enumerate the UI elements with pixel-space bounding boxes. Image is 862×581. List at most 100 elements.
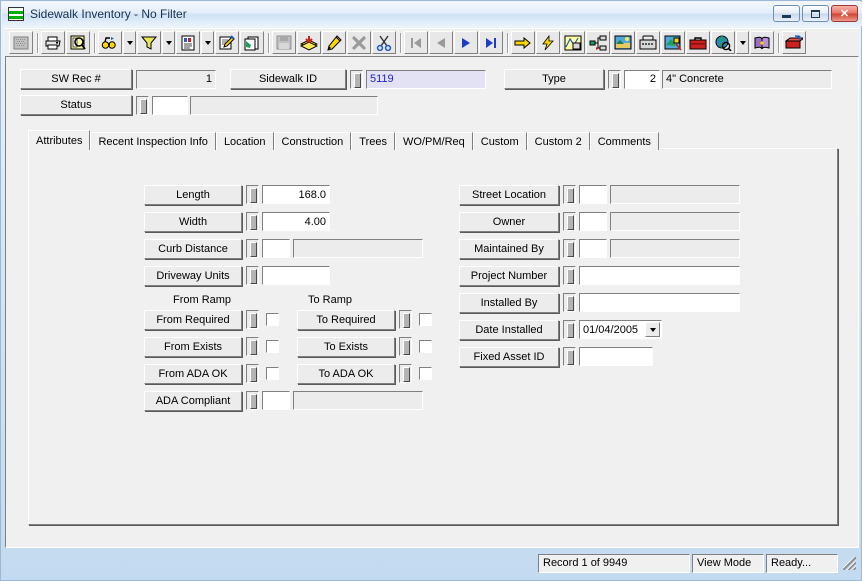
curb-distance-code-input[interactable] bbox=[262, 239, 290, 258]
maintained-by-lookup-button[interactable] bbox=[563, 239, 576, 258]
maintained-by-code-input[interactable] bbox=[579, 239, 607, 258]
next-record-icon[interactable] bbox=[454, 31, 478, 54]
tab-custom-2[interactable]: Custom 2 bbox=[526, 132, 590, 150]
owner-code-input[interactable] bbox=[579, 212, 607, 231]
status-code-input[interactable] bbox=[152, 95, 188, 115]
date-installed-combobox[interactable]: 01/04/2005 bbox=[579, 320, 662, 339]
width-lookup-button[interactable] bbox=[246, 212, 259, 231]
exit-icon[interactable] bbox=[782, 31, 806, 54]
find-dropdown-arrow[interactable] bbox=[123, 31, 136, 54]
filter-icon[interactable] bbox=[137, 31, 161, 54]
sw-rec-label-button[interactable]: SW Rec # bbox=[20, 69, 132, 89]
to-required-lookup-button[interactable] bbox=[399, 310, 412, 329]
web-dropdown-arrow[interactable] bbox=[736, 31, 749, 54]
print-preview-grid-icon[interactable] bbox=[9, 31, 33, 54]
image-icon[interactable] bbox=[611, 31, 635, 54]
tab-attributes[interactable]: Attributes bbox=[28, 130, 91, 150]
goto-icon[interactable] bbox=[511, 31, 535, 54]
map-icon[interactable] bbox=[561, 31, 585, 54]
width-label-button[interactable]: Width bbox=[144, 211, 242, 232]
ada-compliant-lookup-button[interactable] bbox=[246, 391, 259, 410]
chevron-down-icon[interactable] bbox=[645, 322, 660, 337]
installed-by-input[interactable] bbox=[579, 293, 740, 312]
tab-custom[interactable]: Custom bbox=[472, 132, 527, 150]
from-required-checkbox[interactable] bbox=[266, 313, 279, 326]
delete-record-icon[interactable] bbox=[347, 31, 371, 54]
quick-action-icon[interactable] bbox=[536, 31, 560, 54]
length-lookup-button[interactable] bbox=[246, 185, 259, 204]
fixed-asset-id-label-button[interactable]: Fixed Asset ID bbox=[459, 346, 559, 367]
first-record-icon[interactable] bbox=[404, 31, 428, 54]
last-record-icon[interactable] bbox=[479, 31, 503, 54]
copy-record-icon[interactable] bbox=[240, 31, 264, 54]
from-exists-label-button[interactable]: From Exists bbox=[144, 336, 242, 357]
status-lookup-button[interactable] bbox=[136, 95, 149, 115]
driveway-units-label-button[interactable]: Driveway Units bbox=[144, 265, 242, 286]
type-lookup-button[interactable] bbox=[608, 69, 621, 89]
to-ada-ok-label-button[interactable]: To ADA OK bbox=[297, 363, 395, 384]
ada-compliant-label-button[interactable]: ADA Compliant bbox=[144, 390, 242, 411]
owner-lookup-button[interactable] bbox=[563, 212, 576, 231]
report-dropdown-arrow[interactable] bbox=[201, 31, 214, 54]
gis-icon[interactable] bbox=[661, 31, 685, 54]
minimize-button[interactable] bbox=[773, 5, 800, 22]
sidewalk-id-lookup-button[interactable] bbox=[350, 69, 363, 89]
filter-dropdown-arrow[interactable] bbox=[162, 31, 175, 54]
cut-icon[interactable] bbox=[372, 31, 396, 54]
save-icon[interactable] bbox=[272, 31, 296, 54]
from-required-lookup-button[interactable] bbox=[246, 310, 259, 329]
close-button[interactable]: ✕ bbox=[831, 5, 858, 22]
print-icon[interactable] bbox=[41, 31, 65, 54]
tree-view-icon[interactable] bbox=[586, 31, 610, 54]
tab-wo-pm-req[interactable]: WO/PM/Req bbox=[395, 132, 473, 150]
from-exists-checkbox[interactable] bbox=[266, 340, 279, 353]
maintained-by-label-button[interactable]: Maintained By bbox=[459, 238, 559, 259]
fixed-asset-id-lookup-button[interactable] bbox=[563, 347, 576, 366]
phone-icon[interactable] bbox=[636, 31, 660, 54]
from-ada-ok-checkbox[interactable] bbox=[266, 367, 279, 380]
to-ada-ok-checkbox[interactable] bbox=[419, 367, 432, 380]
from-required-label-button[interactable]: From Required bbox=[144, 309, 242, 330]
sidewalk-id-input[interactable]: 5119 bbox=[366, 69, 486, 89]
project-number-lookup-button[interactable] bbox=[563, 266, 576, 285]
street-location-label-button[interactable]: Street Location bbox=[459, 184, 559, 205]
tab-construction[interactable]: Construction bbox=[273, 132, 352, 150]
type-code-input[interactable]: 2 bbox=[624, 69, 660, 89]
curb-distance-lookup-button[interactable] bbox=[246, 239, 259, 258]
edit-record-icon[interactable] bbox=[322, 31, 346, 54]
to-exists-checkbox[interactable] bbox=[419, 340, 432, 353]
resize-grip-icon[interactable] bbox=[841, 555, 857, 571]
tab-recent-inspection-info[interactable]: Recent Inspection Info bbox=[90, 132, 216, 150]
project-number-input[interactable] bbox=[579, 266, 740, 285]
installed-by-lookup-button[interactable] bbox=[563, 293, 576, 312]
from-ada-ok-label-button[interactable]: From ADA OK bbox=[144, 363, 242, 384]
tab-comments[interactable]: Comments bbox=[589, 132, 659, 150]
driveway-units-input[interactable] bbox=[262, 266, 330, 285]
street-location-lookup-button[interactable] bbox=[563, 185, 576, 204]
curb-distance-label-button[interactable]: Curb Distance bbox=[144, 238, 242, 259]
properties-icon[interactable] bbox=[215, 31, 239, 54]
new-record-icon[interactable] bbox=[297, 31, 321, 54]
web-icon[interactable] bbox=[711, 31, 735, 54]
report-icon[interactable] bbox=[176, 31, 200, 54]
installed-by-label-button[interactable]: Installed By bbox=[459, 292, 559, 313]
help-book-icon[interactable] bbox=[750, 31, 774, 54]
fixed-asset-id-input[interactable] bbox=[579, 347, 653, 366]
tab-trees[interactable]: Trees bbox=[351, 132, 396, 150]
to-exists-label-button[interactable]: To Exists bbox=[297, 336, 395, 357]
to-required-label-button[interactable]: To Required bbox=[297, 309, 395, 330]
length-label-button[interactable]: Length bbox=[144, 184, 242, 205]
sidewalk-id-label-button[interactable]: Sidewalk ID bbox=[230, 69, 346, 89]
ada-compliant-code-input[interactable] bbox=[262, 391, 290, 410]
owner-label-button[interactable]: Owner bbox=[459, 211, 559, 232]
from-exists-lookup-button[interactable] bbox=[246, 337, 259, 356]
to-ada-ok-lookup-button[interactable] bbox=[399, 364, 412, 383]
project-number-label-button[interactable]: Project Number bbox=[459, 265, 559, 286]
from-ada-ok-lookup-button[interactable] bbox=[246, 364, 259, 383]
to-required-checkbox[interactable] bbox=[419, 313, 432, 326]
date-installed-label-button[interactable]: Date Installed bbox=[459, 319, 559, 340]
print-preview-icon[interactable] bbox=[66, 31, 90, 54]
find-icon[interactable] bbox=[98, 31, 122, 54]
street-location-code-input[interactable] bbox=[579, 185, 607, 204]
driveway-units-lookup-button[interactable] bbox=[246, 266, 259, 285]
